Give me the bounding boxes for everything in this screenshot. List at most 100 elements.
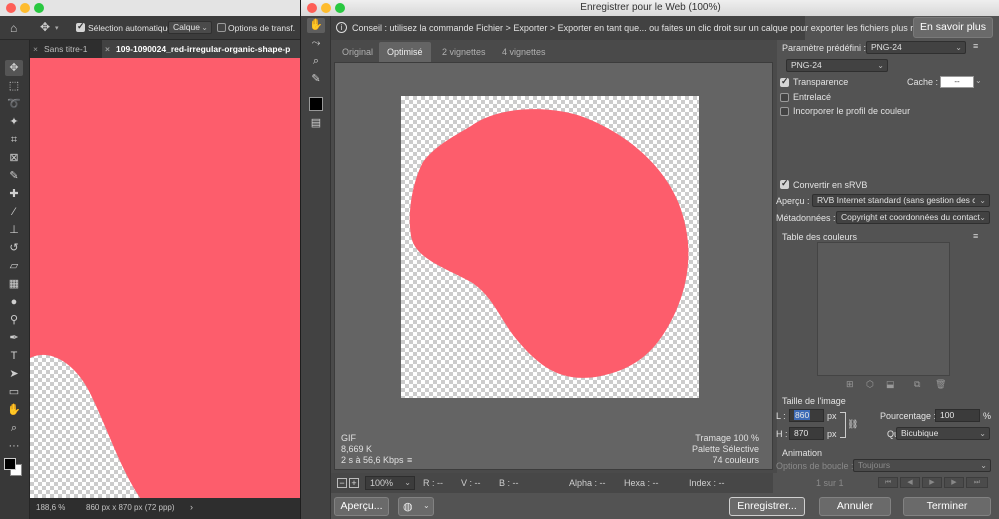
preview-button[interactable]: Aperçu... <box>334 497 389 516</box>
history-brush-tool-icon[interactable]: ↺ <box>5 240 23 256</box>
chevron-down-icon[interactable]: ⌄ <box>975 76 982 85</box>
slice-select-tool-icon[interactable]: ⤳ <box>307 36 325 51</box>
width-field[interactable]: 860 <box>789 409 824 422</box>
interlaced-checkbox[interactable] <box>780 93 789 102</box>
format-dropdown[interactable]: PNG-24 ⌄ <box>786 59 888 72</box>
embed-profile-checkbox[interactable] <box>780 107 789 116</box>
save-button[interactable]: Enregistrer... <box>729 497 805 516</box>
ps-canvas[interactable] <box>30 58 300 498</box>
percent-field[interactable]: 100 <box>935 409 980 422</box>
more-tools-icon[interactable]: ··· <box>5 438 23 454</box>
zoom-tool-icon[interactable]: ⌕ <box>307 54 325 69</box>
lasso-tool-icon[interactable]: ➰ <box>5 96 23 112</box>
marquee-tool-icon[interactable]: ⬚ <box>5 78 23 94</box>
transparency-checkbox[interactable] <box>780 76 789 87</box>
home-icon[interactable]: ⌂ <box>10 21 17 35</box>
eyedropper-color-swatch[interactable] <box>309 97 323 111</box>
height-field[interactable]: 870 <box>789 427 824 440</box>
learn-more-button[interactable]: En savoir plus <box>913 17 993 38</box>
magic-wand-tool-icon[interactable]: ✦ <box>5 114 23 130</box>
ps-minimize-light[interactable] <box>20 3 30 13</box>
foreground-color-swatch-front[interactable] <box>4 458 16 470</box>
optimized-preview-pane[interactable]: GIF 8,669 K 2 s à 56,6 Kbps ≡ Tramage 10… <box>334 62 773 470</box>
lock-color-icon[interactable]: ⬡ <box>866 379 874 390</box>
tab-sans-titre[interactable]: × Sans titre-1 <box>30 40 102 58</box>
hand-tool-icon[interactable]: ✋ <box>307 18 325 33</box>
toggle-slices-icon[interactable]: ▤ <box>307 116 325 131</box>
path-selection-tool-icon[interactable]: ➤ <box>5 366 23 382</box>
tab-2-vignettes[interactable]: 2 vignettes <box>434 42 494 62</box>
browser-icon: ◍ <box>403 501 413 513</box>
red-organic-shape <box>409 109 689 378</box>
previous-frame-icon[interactable]: ◀ <box>900 477 920 488</box>
pen-tool-icon[interactable]: ✒ <box>5 330 23 346</box>
menu-icon[interactable]: ≡ <box>407 455 412 466</box>
close-icon[interactable]: × <box>105 40 110 58</box>
optimize-menu-icon[interactable]: ≡ <box>973 41 978 51</box>
brush-tool-icon[interactable]: ⁄ <box>5 204 23 220</box>
close-icon[interactable]: × <box>33 40 38 58</box>
zoom-in-button[interactable]: + <box>349 478 359 488</box>
preview-image[interactable] <box>401 96 699 398</box>
chevron-down-icon: ⌄ <box>955 43 962 52</box>
image-size-label: Taille de l'image <box>782 396 846 406</box>
convert-srgb-label: Convertir en sRVB <box>793 180 868 190</box>
stamp-tool-icon[interactable]: ⊥ <box>5 222 23 238</box>
type-tool-icon[interactable]: T <box>5 348 23 364</box>
hand-tool-icon[interactable]: ✋ <box>5 402 23 418</box>
loop-options-dropdown[interactable]: Toujours ⌄ <box>853 459 991 472</box>
tab-original[interactable]: Original <box>334 42 381 62</box>
dodge-tool-icon[interactable]: ⚲ <box>5 312 23 328</box>
preset-dropdown[interactable]: PNG-24 ⌄ <box>866 41 966 54</box>
next-frame-icon[interactable]: ▶ <box>944 477 964 488</box>
crop-tool-icon[interactable]: ⌗ <box>5 132 23 148</box>
status-arrow-icon[interactable]: › <box>190 502 193 512</box>
eraser-tool-icon[interactable]: ▱ <box>5 258 23 274</box>
move-tool-icon[interactable]: ✥ <box>5 60 23 76</box>
dialog-zoom-light[interactable] <box>335 3 345 13</box>
transform-options-checkbox[interactable] <box>217 23 226 32</box>
web-snap-icon[interactable]: ⊞ <box>846 379 854 390</box>
zoom-tool-icon[interactable]: ⌕ <box>5 420 23 436</box>
browser-select-button[interactable]: ◍ ⌄ <box>398 497 434 516</box>
first-frame-icon[interactable]: ⏮ <box>878 477 898 488</box>
tab-4-vignettes[interactable]: 4 vignettes <box>494 42 554 62</box>
tab-red-shape[interactable]: × 109-1090024_red-irregular-organic-shape… <box>102 40 300 58</box>
zoom-level[interactable]: 188,6 % <box>36 503 65 512</box>
preview-profile-dropdown[interactable]: RVB Internet standard (sans gestion des … <box>812 194 990 207</box>
animation-label: Animation <box>782 448 823 458</box>
auto-select-checkbox[interactable] <box>76 21 85 32</box>
auto-select-dropdown[interactable]: Calque ⌄ <box>168 21 212 34</box>
metadata-dropdown[interactable]: Copyright et coordonnées du contact ⌄ <box>836 211 990 224</box>
last-frame-icon[interactable]: ⏭ <box>966 477 988 488</box>
matte-color-dropdown[interactable]: -- <box>940 76 974 88</box>
cancel-button[interactable]: Annuler <box>819 497 891 516</box>
gradient-tool-icon[interactable]: ▦ <box>5 276 23 292</box>
zoom-dropdown[interactable]: 100% ⌄ <box>365 476 415 490</box>
color-table-menu-icon[interactable]: ≡ <box>973 231 978 241</box>
dialog-minimize-light[interactable] <box>321 3 331 13</box>
new-color-icon[interactable]: ⧉ <box>914 379 920 390</box>
done-button[interactable]: Terminer <box>903 497 991 516</box>
rectangle-tool-icon[interactable]: ▭ <box>5 384 23 400</box>
zoom-out-button[interactable]: − <box>337 478 347 488</box>
link-icon[interactable]: ⛓ <box>847 419 858 430</box>
play-icon[interactable]: ▶ <box>922 477 942 488</box>
frame-tool-icon[interactable]: ⊠ <box>5 150 23 166</box>
quality-dropdown[interactable]: Bicubique ⌄ <box>896 427 990 440</box>
dialog-close-light[interactable] <box>307 3 317 13</box>
loop-options-label: Options de boucle : <box>776 461 854 471</box>
eyedropper-tool-icon[interactable]: ✎ <box>5 168 23 184</box>
ps-zoom-light[interactable] <box>34 3 44 13</box>
ps-close-light[interactable] <box>6 3 16 13</box>
blur-tool-icon[interactable]: ● <box>5 294 23 310</box>
chevron-down-icon[interactable]: ▾ <box>55 24 59 32</box>
healing-brush-tool-icon[interactable]: ✚ <box>5 186 23 202</box>
trash-icon[interactable]: 🗑 <box>935 379 946 390</box>
eyedropper-tool-icon[interactable]: ✎ <box>307 72 325 87</box>
tab-optimise[interactable]: Optimisé <box>379 42 431 62</box>
convert-srgb-checkbox[interactable] <box>780 178 789 189</box>
color-table[interactable] <box>817 242 950 376</box>
move-tool-icon[interactable]: ✥ <box>40 20 50 34</box>
transparency-map-icon[interactable]: ⬓ <box>886 379 895 390</box>
